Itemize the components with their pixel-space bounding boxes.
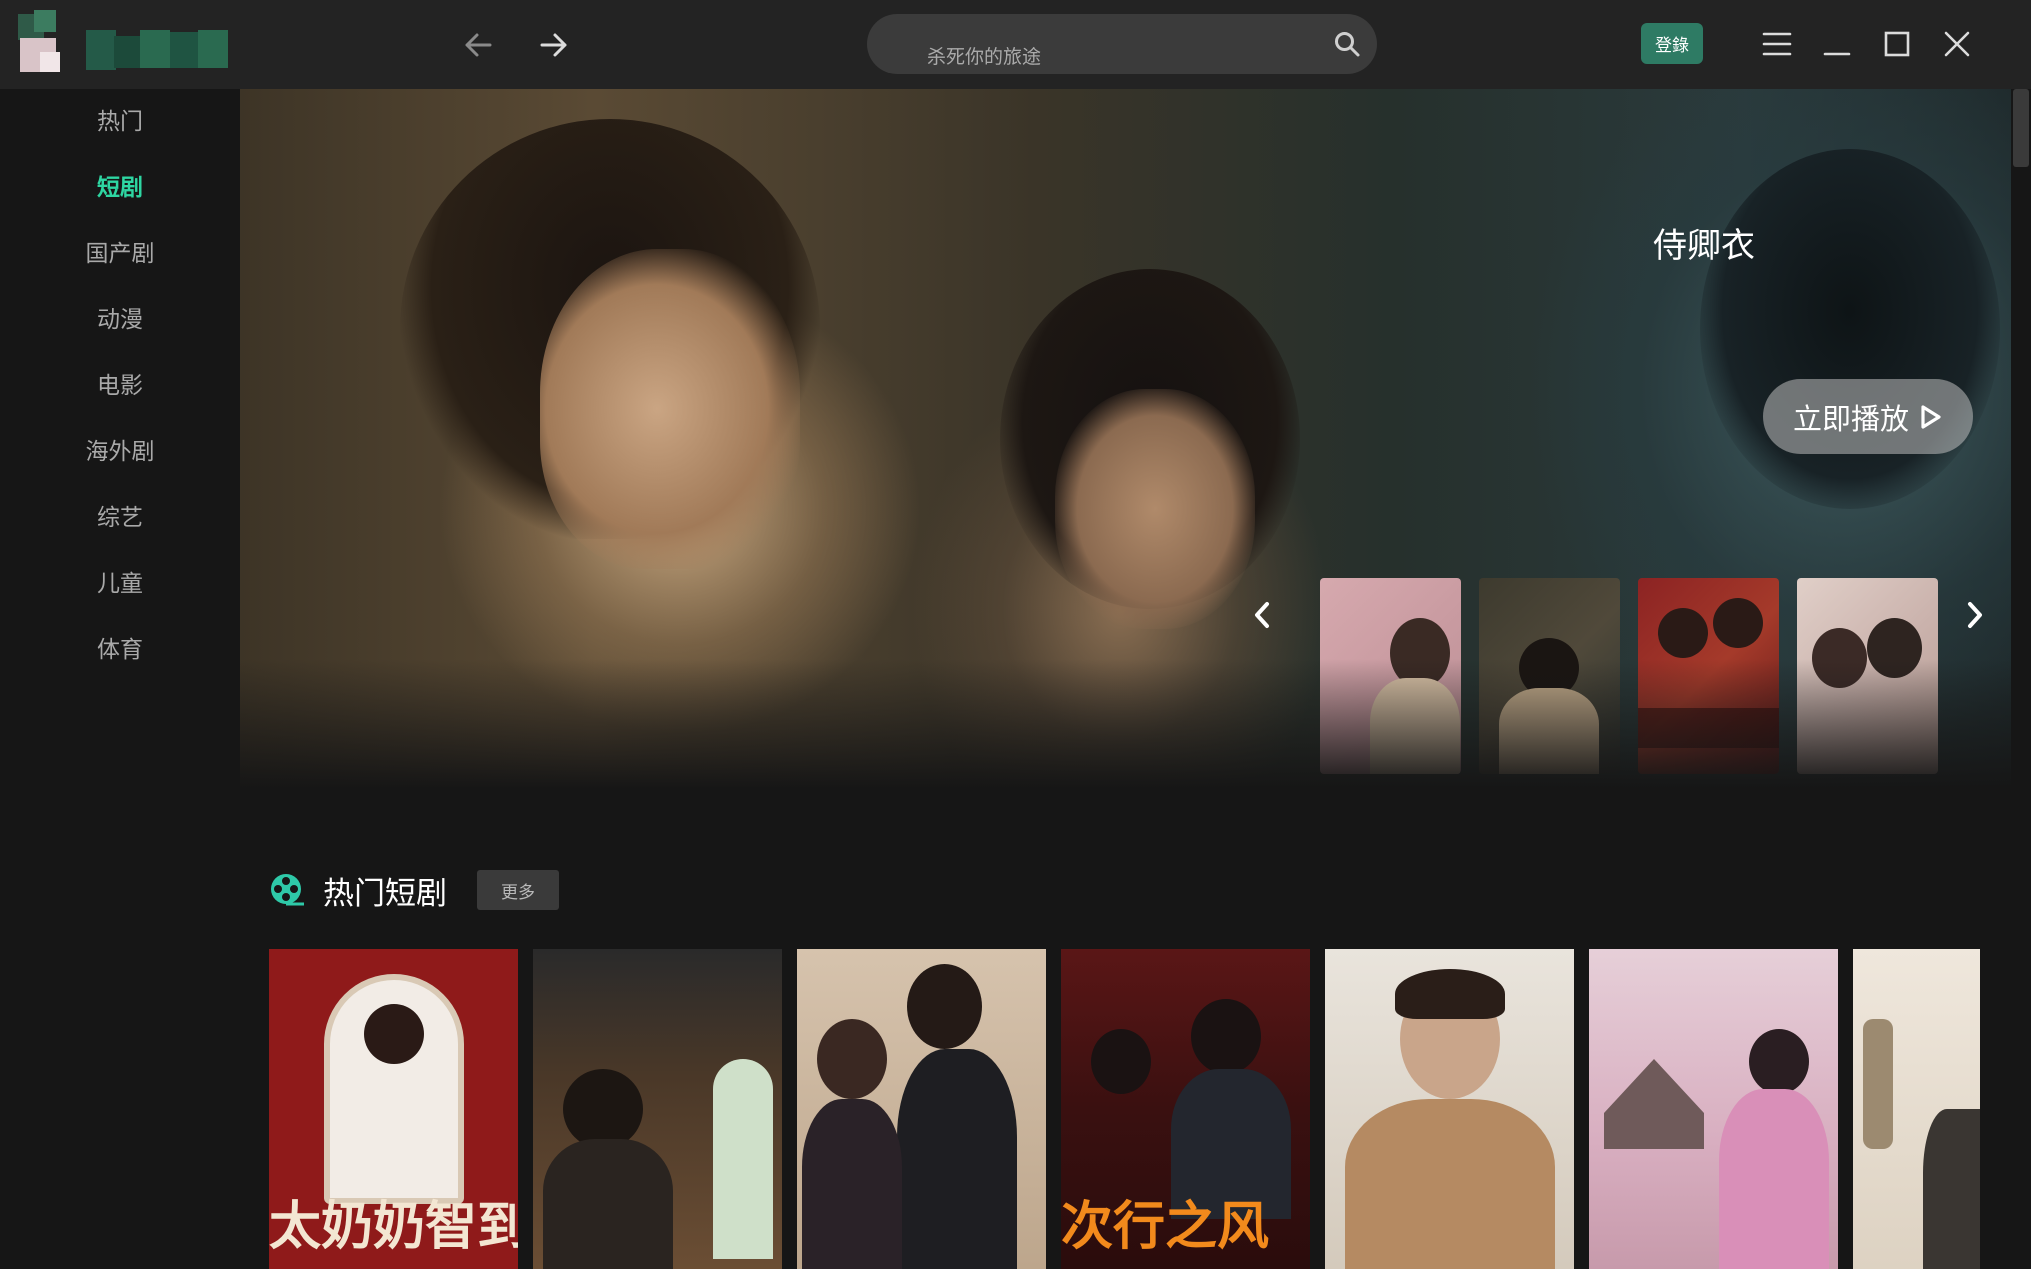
sidebar-item-domestic-drama[interactable]: 国产剧 (0, 221, 240, 287)
arrow-left-icon (465, 33, 492, 57)
app-window: 登錄 热门 短剧 国产剧 动漫 电影 (0, 0, 2031, 1269)
card-poster-art (1604, 1059, 1704, 1149)
carousel-prev-button[interactable] (1242, 585, 1282, 645)
card-poster-art (1091, 1029, 1151, 1094)
search-box[interactable] (867, 14, 1377, 74)
card-caption: 次行之风 (1061, 1196, 1270, 1257)
card-poster-art (907, 964, 982, 1049)
card-poster-art (817, 1019, 887, 1099)
play-now-button[interactable]: 立即播放 (1763, 379, 1973, 454)
sidebar-item-hot[interactable]: 热门 (0, 89, 240, 155)
hero-banner[interactable] (240, 89, 2011, 789)
maximize-button[interactable] (1875, 22, 1919, 66)
card-poster-art (802, 1099, 902, 1269)
carousel-thumb-3[interactable] (1638, 578, 1779, 774)
thumb-figure (1867, 618, 1922, 678)
thumb-title-band (1638, 708, 1779, 748)
play-icon (1921, 404, 1941, 429)
forward-button[interactable] (529, 20, 579, 70)
sidebar-item-kids[interactable]: 儿童 (0, 551, 240, 617)
hero-figure-man-face (540, 249, 800, 569)
card-poster-art (897, 1049, 1017, 1269)
carousel-next-button[interactable] (1955, 585, 1995, 645)
logo-pixel (114, 36, 142, 68)
sidebar-item-overseas-drama[interactable]: 海外剧 (0, 419, 240, 485)
arrow-right-icon (540, 33, 567, 57)
card-poster-art (1749, 1029, 1809, 1094)
card-poster-art (1345, 1099, 1555, 1269)
drama-card[interactable] (797, 949, 1046, 1269)
thumb-figure (1812, 628, 1867, 688)
sidebar-item-variety[interactable]: 综艺 (0, 485, 240, 551)
logo-pixel (34, 10, 56, 32)
drama-card[interactable] (1589, 949, 1838, 1269)
thumb-figure (1370, 678, 1460, 774)
logo-pixel (140, 30, 170, 68)
close-button[interactable] (1935, 22, 1979, 66)
card-poster-art (563, 1069, 643, 1149)
drama-card[interactable] (533, 949, 782, 1269)
close-icon (1944, 31, 1970, 57)
hero-figure-woman-face (1055, 389, 1255, 629)
search-icon[interactable] (1333, 30, 1361, 58)
drama-card[interactable]: 次行之风 (1061, 949, 1310, 1269)
film-reel-icon (271, 874, 304, 906)
chevron-left-icon (1255, 602, 1269, 628)
thumb-figure (1658, 608, 1708, 658)
card-poster-art (1191, 999, 1261, 1074)
more-button[interactable]: 更多 (477, 870, 559, 910)
carousel-thumb-2[interactable] (1479, 578, 1620, 774)
drama-card-row: 太奶奶智到 次行之风 (269, 949, 1980, 1269)
section-header: 热门短剧 更多 (269, 868, 559, 912)
thumb-figure (1390, 618, 1450, 688)
chevron-right-icon (1968, 602, 1982, 628)
hero-title: 侍卿衣 (1653, 226, 1755, 266)
sidebar-item-movie[interactable]: 电影 (0, 353, 240, 419)
drama-card[interactable] (1853, 949, 1980, 1269)
search-input[interactable] (867, 14, 1377, 74)
carousel-thumb-4[interactable] (1797, 578, 1938, 774)
card-poster-art (543, 1139, 673, 1269)
logo-pixel (170, 32, 198, 68)
back-button[interactable] (453, 20, 503, 70)
thumb-figure (1713, 598, 1763, 648)
category-sidebar: 热门 短剧 国产剧 动漫 电影 海外剧 综艺 儿童 体育 (0, 89, 240, 1269)
scrollbar-track[interactable] (2011, 89, 2031, 1269)
maximize-icon (1884, 31, 1910, 57)
hero-figure-masked (1700, 149, 2000, 509)
minimize-button[interactable] (1815, 22, 1859, 66)
logo-pixel (86, 30, 116, 70)
menu-button[interactable] (1755, 22, 1799, 66)
card-caption: 太奶奶智到 (269, 1196, 518, 1257)
thumb-figure (1499, 688, 1599, 774)
logo-pixel (40, 52, 60, 72)
hamburger-icon (1762, 32, 1792, 56)
sidebar-item-sports[interactable]: 体育 (0, 617, 240, 683)
login-button[interactable]: 登錄 (1641, 23, 1703, 64)
app-logo[interactable] (14, 8, 236, 80)
logo-pixel (198, 30, 228, 68)
card-poster-art (1395, 969, 1505, 1019)
sidebar-item-short-drama[interactable]: 短剧 (0, 155, 240, 221)
card-poster-art (713, 1059, 773, 1259)
minimize-icon (1823, 52, 1851, 56)
card-poster-art (1923, 1109, 1980, 1269)
play-now-label: 立即播放 (1792, 401, 1909, 436)
carousel-thumb-1[interactable] (1320, 578, 1461, 774)
card-poster-art (1719, 1089, 1829, 1269)
card-poster-art (364, 1004, 424, 1064)
thumb-figure (1519, 638, 1579, 698)
drama-card[interactable] (1325, 949, 1574, 1269)
sidebar-item-anime[interactable]: 动漫 (0, 287, 240, 353)
section-title: 热门短剧 (323, 875, 447, 912)
title-bar: 登錄 (0, 0, 2031, 89)
drama-card[interactable]: 太奶奶智到 (269, 949, 518, 1269)
card-poster-art (1863, 1019, 1893, 1149)
scrollbar-thumb[interactable] (2013, 89, 2029, 167)
